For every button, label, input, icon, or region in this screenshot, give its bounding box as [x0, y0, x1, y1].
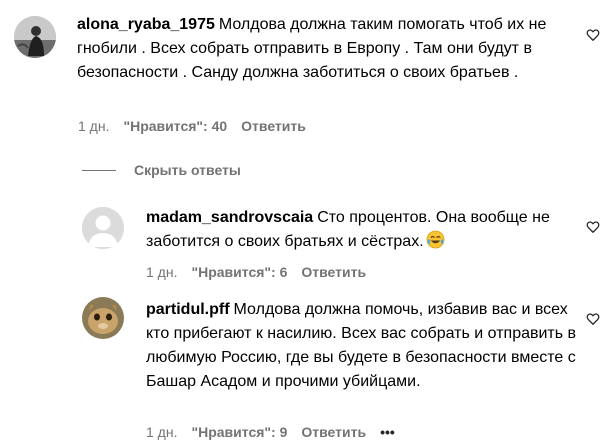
- reply-likes[interactable]: "Нравится": 9: [191, 424, 287, 440]
- reply-time: 1 дн.: [146, 264, 178, 280]
- more-options-icon[interactable]: •••: [380, 424, 395, 440]
- replies-divider-line: [82, 169, 116, 171]
- comment-username[interactable]: alona_ryaba_1975: [77, 16, 215, 33]
- avatar[interactable]: [82, 207, 124, 249]
- reply-likes[interactable]: "Нравится": 6: [191, 264, 287, 280]
- reply-meta: 1 дн. "Нравится": 9 Ответить •••: [146, 424, 409, 440]
- reply-time: 1 дн.: [146, 424, 178, 440]
- reply-button[interactable]: Ответить: [301, 264, 366, 280]
- user-photo-avatar-icon: [82, 297, 124, 339]
- hide-replies-button[interactable]: Скрыть ответы: [82, 162, 241, 178]
- tears-of-joy-emoji-icon: [426, 230, 445, 249]
- like-heart-icon[interactable]: [586, 220, 600, 234]
- default-user-avatar-icon: [82, 207, 124, 249]
- comment-time: 1 дн.: [78, 118, 110, 134]
- avatar[interactable]: [82, 297, 124, 339]
- reply-username[interactable]: partidul.pff: [146, 301, 230, 318]
- comment-text-block: alona_ryaba_1975 Молдова должна таким пом…: [77, 13, 563, 85]
- reply-text-block: madam_sandrovscaia Сто процентов. Она воо…: [146, 206, 578, 254]
- reply-button[interactable]: Ответить: [241, 118, 306, 134]
- reply-username[interactable]: madam_sandrovscaia: [146, 209, 313, 226]
- hide-replies-label: Скрыть ответы: [134, 162, 241, 178]
- like-heart-icon[interactable]: [586, 312, 600, 326]
- user-photo-avatar-icon: [14, 16, 56, 58]
- comment-meta: 1 дн. "Нравится": 40 Ответить: [78, 118, 320, 134]
- reply-text-block: partidul.pff Молдова должна помочь, избав…: [146, 298, 578, 394]
- like-heart-icon[interactable]: [586, 28, 600, 42]
- avatar[interactable]: [14, 16, 56, 58]
- reply-meta: 1 дн. "Нравится": 6 Ответить: [146, 264, 380, 280]
- reply-button[interactable]: Ответить: [301, 424, 366, 440]
- comment-likes[interactable]: "Нравится": 40: [123, 118, 227, 134]
